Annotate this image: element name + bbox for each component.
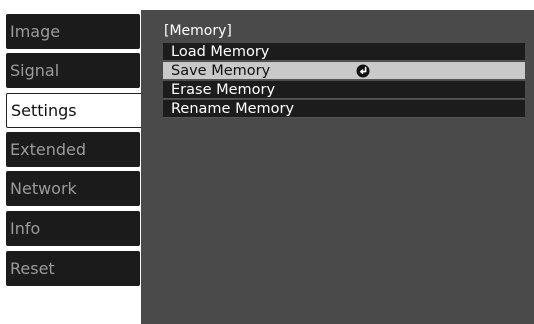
menu-item-label: Rename Memory — [171, 101, 295, 117]
menu-item-rename-memory[interactable]: Rename Memory — [163, 100, 525, 118]
sidebar-item-settings[interactable]: Settings — [6, 93, 152, 128]
sidebar-item-info[interactable]: Info — [6, 211, 140, 246]
menu-item-label: Load Memory — [171, 44, 270, 60]
memory-panel: [Memory] Load Memory Save Memory Erase M… — [141, 10, 534, 324]
sidebar-item-network[interactable]: Network — [6, 171, 140, 206]
sidebar-item-image[interactable]: Image — [6, 14, 140, 49]
sidebar-item-extended[interactable]: Extended — [6, 132, 140, 167]
sidebar-item-reset[interactable]: Reset — [6, 251, 140, 286]
panel-title: [Memory] — [164, 23, 232, 39]
enter-icon — [356, 64, 370, 78]
sidebar-item-signal[interactable]: Signal — [6, 53, 140, 88]
menu-item-load-memory[interactable]: Load Memory — [163, 43, 525, 61]
menu-item-save-memory[interactable]: Save Memory — [163, 62, 525, 80]
projector-menu: Image Signal Settings Extended Network I… — [0, 0, 534, 324]
menu-item-label: Erase Memory — [171, 82, 276, 98]
menu-item-erase-memory[interactable]: Erase Memory — [163, 81, 525, 99]
menu-item-label: Save Memory — [171, 63, 271, 79]
